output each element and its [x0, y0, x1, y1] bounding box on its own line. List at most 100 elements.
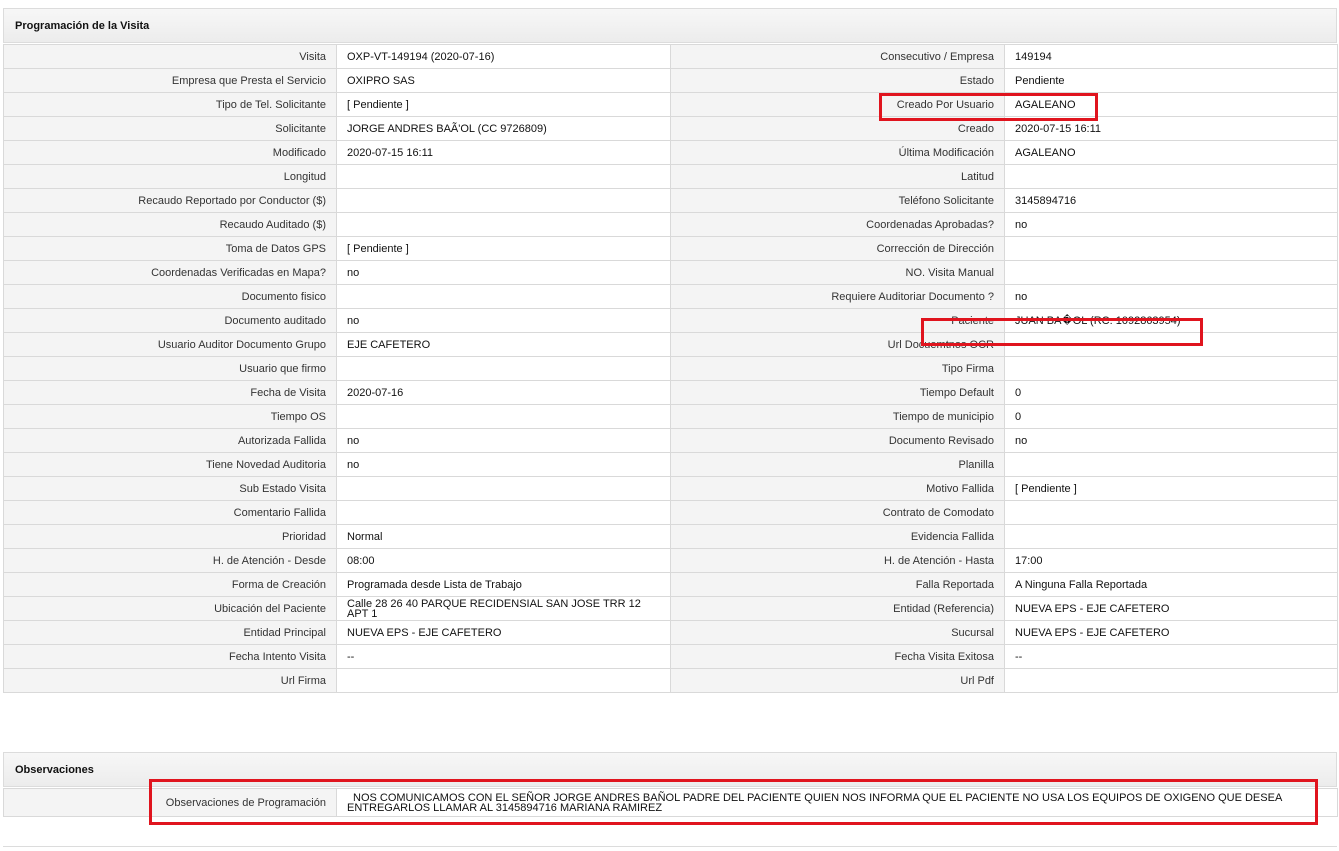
detail-row: Tipo de Tel. Solicitante[ Pendiente ] Cre…	[3, 92, 1338, 117]
row-value-right	[1004, 164, 1338, 189]
row-value-left	[336, 356, 671, 381]
row-label-left: Ubicación del Paciente	[3, 596, 337, 621]
row-value-left: OXP-VT-149194 (2020-07-16)	[336, 44, 671, 69]
row-label-right: Requiere Auditoriar Documento ?	[670, 284, 1005, 309]
row-label-left: Entidad Principal	[3, 620, 337, 645]
detail-row: H. de Atención - Desde 08:00 H. de Atenció…	[3, 548, 1338, 573]
row-value-left: Calle 28 26 40 PARQUE RECIDENSIAL SAN JO…	[336, 596, 671, 621]
row-value-left: --	[336, 644, 671, 669]
detail-row: Entidad Principal NUEVA EPS - EJE CAFETER…	[3, 620, 1338, 645]
row-label-right: Teléfono Solicitante	[670, 188, 1005, 213]
row-value-right: 0	[1004, 404, 1338, 429]
row-label-left: Modificado	[3, 140, 337, 165]
row-label-left: Autorizada Fallida	[3, 428, 337, 453]
row-value-right: A Ninguna Falla Reportada	[1004, 572, 1338, 597]
row-label-right: Entidad (Referencia)	[670, 596, 1005, 621]
row-value-right: 149194	[1004, 44, 1338, 69]
row-label-left: Empresa que Presta el Servicio	[3, 68, 337, 93]
row-value-right: 17:00	[1004, 548, 1338, 573]
row-label-left: Usuario que firmo	[3, 356, 337, 381]
row-label-left: Fecha Intento Visita	[3, 644, 337, 669]
row-label-right: Creado	[670, 116, 1005, 141]
row-label-right: Latitud	[670, 164, 1005, 189]
row-value-right: AGALEANO	[1004, 140, 1338, 165]
row-label-right: Sucursal	[670, 620, 1005, 645]
row-value-left	[336, 476, 671, 501]
detail-row: Tiene Novedad Auditoria no Planilla	[3, 452, 1338, 477]
detail-row: Prioridad Normal Evidencia Fallida	[3, 524, 1338, 549]
row-label-right: Falla Reportada	[670, 572, 1005, 597]
row-label-right: Tipo Firma	[670, 356, 1005, 381]
row-label-left: Forma de Creación	[3, 572, 337, 597]
detail-row: Documento fisico Requiere Auditoriar Docu…	[3, 284, 1338, 309]
row-value-right: 0	[1004, 380, 1338, 405]
row-value-left: [ Pendiente ]	[336, 92, 671, 117]
observations-label: Observaciones de Programación	[3, 788, 337, 817]
row-value-left	[336, 668, 671, 693]
detail-row: Visita OXP-VT-149194 (2020-07-16) Consecut…	[3, 44, 1338, 69]
row-label-left: Sub Estado Visita	[3, 476, 337, 501]
row-value-right: 3145894716	[1004, 188, 1338, 213]
detail-row: Usuario que firmo Tipo Firma	[3, 356, 1338, 381]
row-label-left: H. de Atención - Desde	[3, 548, 337, 573]
detail-row: Empresa que Presta el Servicio OXIPRO SAS…	[3, 68, 1338, 93]
observations-panel-title: Observaciones	[3, 752, 1337, 787]
row-value-left: no	[336, 260, 671, 285]
row-value-left: 08:00	[336, 548, 671, 573]
detail-row: Solicitante JORGE ANDRES BAÃ'OL (CC 97268…	[3, 116, 1338, 141]
detail-row: Modificado 2020-07-15 16:11 Última Modific…	[3, 140, 1338, 165]
detail-row: Sub Estado Visita Motivo Fallida[ Pendien…	[3, 476, 1338, 501]
row-label-right: Evidencia Fallida	[670, 524, 1005, 549]
row-label-left: Coordenadas Verificadas en Mapa?	[3, 260, 337, 285]
row-label-left: Solicitante	[3, 116, 337, 141]
row-label-right: Corrección de Dirección	[670, 236, 1005, 261]
row-label-right: Consecutivo / Empresa	[670, 44, 1005, 69]
detail-row: Documento auditado no Paciente JUAN BA�OL …	[3, 308, 1338, 333]
row-label-left: Tiempo OS	[3, 404, 337, 429]
row-label-left: Tiene Novedad Auditoria	[3, 452, 337, 477]
row-value-left: no	[336, 428, 671, 453]
row-label-left: Comentario Fallida	[3, 500, 337, 525]
row-value-right: no	[1004, 428, 1338, 453]
row-value-left: 2020-07-16	[336, 380, 671, 405]
row-value-right: 2020-07-15 16:11	[1004, 116, 1338, 141]
row-value-right	[1004, 452, 1338, 477]
detail-row: Longitud Latitud	[3, 164, 1338, 189]
row-label-right: Motivo Fallida	[670, 476, 1005, 501]
row-label-right: Url Docuemtnos OCR	[670, 332, 1005, 357]
row-value-right: Pendiente	[1004, 68, 1338, 93]
row-value-left: EJE CAFETERO	[336, 332, 671, 357]
row-label-left: Documento fisico	[3, 284, 337, 309]
detail-row: Usuario Auditor Documento Grupo EJE CAFET…	[3, 332, 1338, 357]
row-label-right: Coordenadas Aprobadas?	[670, 212, 1005, 237]
detail-row: Fecha de Visita 2020-07-16 Tiempo Default…	[3, 380, 1338, 405]
row-value-left: no	[336, 452, 671, 477]
row-value-left	[336, 212, 671, 237]
row-label-right: Creado Por Usuario	[670, 92, 1005, 117]
row-value-right: NUEVA EPS - EJE CAFETERO	[1004, 596, 1338, 621]
row-label-left: Toma de Datos GPS	[3, 236, 337, 261]
row-value-right	[1004, 668, 1338, 693]
row-label-right: Tiempo de municipio	[670, 404, 1005, 429]
detail-row: Ubicación del Paciente Calle 28 26 40 PAR…	[3, 596, 1338, 621]
detail-row: Toma de Datos GPS[ Pendiente ] Corrección…	[3, 236, 1338, 261]
row-value-right	[1004, 236, 1338, 261]
row-value-right	[1004, 500, 1338, 525]
row-value-left: Programada desde Lista de Trabajo	[336, 572, 671, 597]
detail-row: Url Firma Url Pdf	[3, 668, 1338, 693]
row-label-left: Documento auditado	[3, 308, 337, 333]
row-label-left: Visita	[3, 44, 337, 69]
row-label-left: Longitud	[3, 164, 337, 189]
row-label-left: Prioridad	[3, 524, 337, 549]
row-value-right: --	[1004, 644, 1338, 669]
row-value-right: no	[1004, 212, 1338, 237]
row-value-left	[336, 404, 671, 429]
row-label-right: Última Modificación	[670, 140, 1005, 165]
row-value-left: Normal	[336, 524, 671, 549]
row-value-left	[336, 188, 671, 213]
row-label-left: Usuario Auditor Documento Grupo	[3, 332, 337, 357]
row-label-left: Tipo de Tel. Solicitante	[3, 92, 337, 117]
detail-row: Autorizada Fallida no Documento Revisado …	[3, 428, 1338, 453]
row-label-right: NO. Visita Manual	[670, 260, 1005, 285]
row-label-left: Recaudo Auditado ($)	[3, 212, 337, 237]
